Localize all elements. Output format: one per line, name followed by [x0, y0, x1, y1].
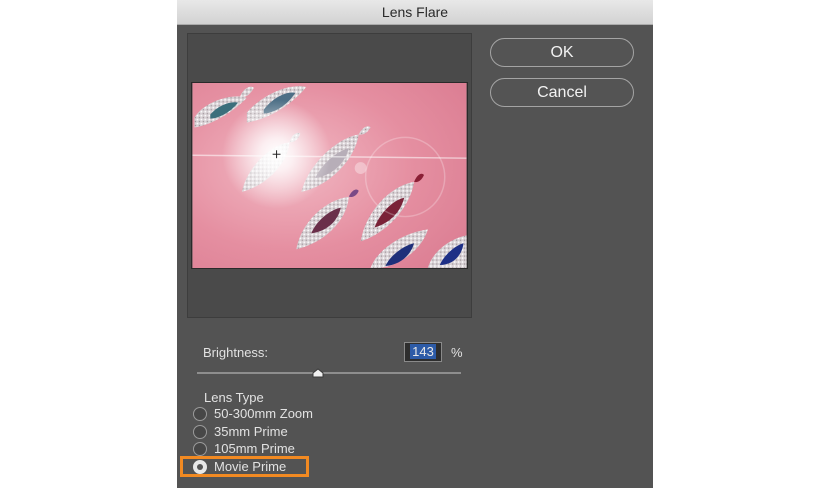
dialog-title: Lens Flare	[177, 0, 653, 25]
radio-50-300mm-zoom[interactable]: 50-300mm Zoom	[193, 406, 333, 424]
brightness-unit: %	[451, 345, 463, 360]
ok-button[interactable]: OK	[490, 38, 634, 67]
brightness-input[interactable]: 143	[404, 342, 442, 362]
highlight-box	[180, 456, 309, 477]
lens-type-label: Lens Type	[204, 390, 264, 405]
lens-flare-dialog: Lens Flare OK Cancel Brightness: 143 % L…	[177, 0, 653, 488]
brightness-value: 143	[410, 344, 436, 359]
brightness-slider-track[interactable]	[197, 372, 461, 374]
flare-artifact	[354, 162, 367, 175]
cancel-button[interactable]: Cancel	[490, 78, 634, 107]
radio-circle[interactable]	[193, 425, 207, 439]
preview-image[interactable]	[191, 82, 468, 269]
radio-35mm-prime[interactable]: 35mm Prime	[193, 424, 333, 442]
brightness-slider-thumb[interactable]	[312, 368, 324, 378]
radio-label: 105mm Prime	[214, 441, 295, 456]
preview-area	[187, 33, 472, 318]
brightness-label: Brightness:	[203, 345, 269, 360]
radio-label: 50-300mm Zoom	[214, 406, 313, 421]
radio-circle[interactable]	[193, 442, 207, 456]
radio-circle[interactable]	[193, 407, 207, 421]
radio-label: 35mm Prime	[214, 424, 288, 439]
